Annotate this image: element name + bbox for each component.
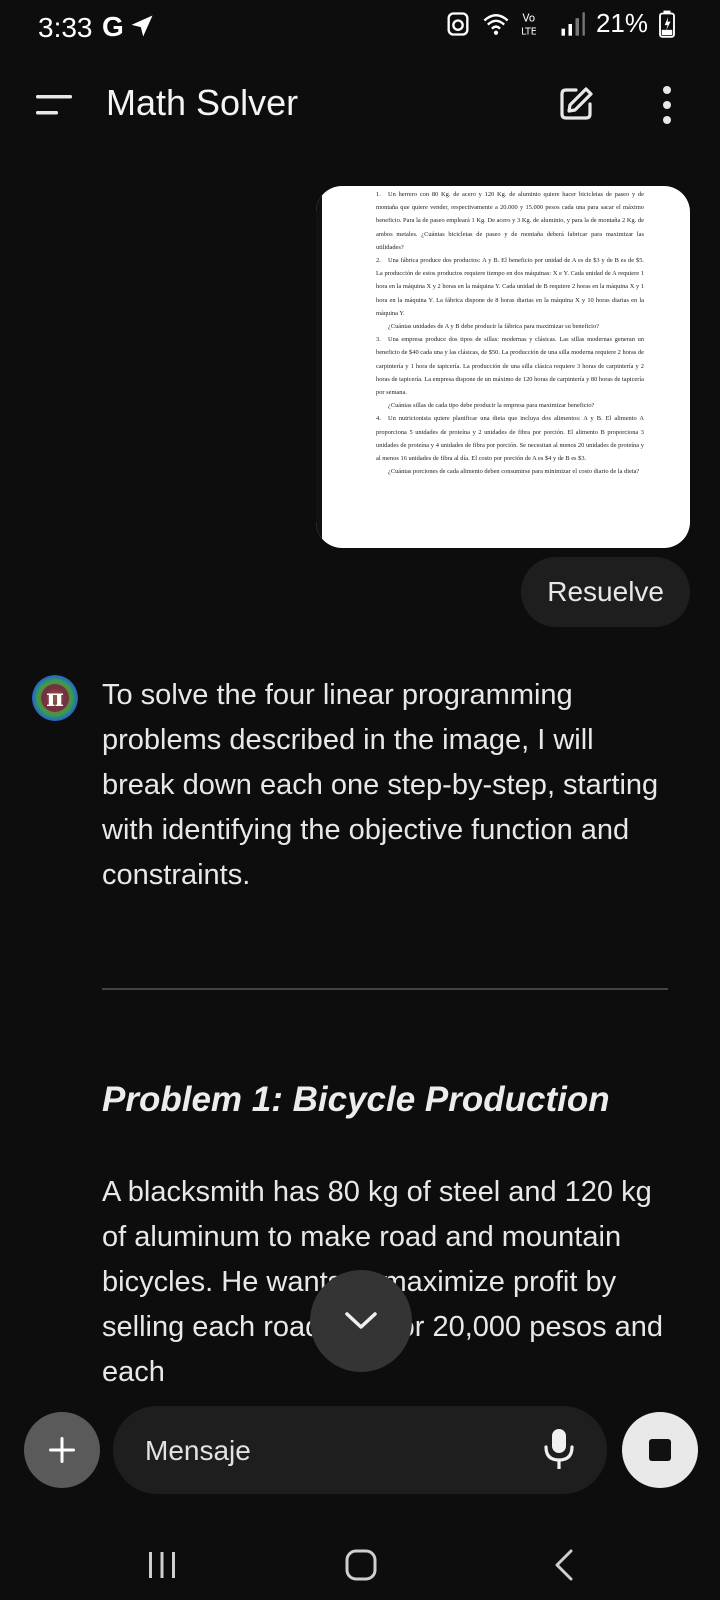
attachment-paragraph-text: Un nutricionista quiere planificar una d…	[376, 415, 644, 463]
volte-icon: Vo LTE	[521, 12, 537, 37]
message-input-container	[113, 1406, 607, 1494]
plus-icon	[49, 1437, 75, 1463]
wifi-icon	[483, 13, 509, 35]
page-title: Math Solver	[106, 82, 299, 123]
add-attachment-button[interactable]	[24, 1412, 100, 1488]
assistant-intro-text: To solve the four linear programming pro…	[102, 679, 659, 891]
assistant-avatar-pi-icon: π	[32, 675, 78, 721]
svg-text:LTE: LTE	[521, 26, 537, 37]
user-message-text: Resuelve	[547, 576, 664, 607]
more-icon[interactable]	[652, 84, 682, 126]
attachment-paragraph: ¿Cuántas sillas de cada tipo debe produc…	[376, 399, 644, 412]
attachment-paragraph: 1. Un herrero con 80 Kg. de acero y 120 K…	[376, 188, 644, 254]
divider	[102, 988, 668, 990]
attachment-paragraph: 3. Una empresa produce dos tipos de silla…	[376, 333, 644, 399]
app-header: Math Solver	[0, 70, 720, 140]
attachment-paragraph-number: 2.	[376, 257, 381, 265]
signal-icon	[561, 11, 585, 36]
svg-text:Vo: Vo	[522, 12, 535, 24]
attachment-paragraph-text: Una empresa produce dos tipos de sillas:…	[376, 336, 644, 397]
attachment-paragraph-text: ¿Cuántas sillas de cada tipo debe produc…	[388, 402, 595, 410]
svg-text:π: π	[46, 683, 64, 712]
attachment-paragraph-number: 4.	[376, 415, 381, 423]
attachment-paragraph-number: 1.	[376, 191, 381, 198]
attachment-edge	[316, 186, 322, 548]
chevron-down-icon	[345, 1312, 377, 1329]
system-navigation-bar	[0, 1530, 720, 1600]
attachment-paragraph-number: 3.	[376, 336, 381, 344]
attachment-paragraph: ¿Cuántas porciones de cada alimento debe…	[376, 465, 644, 478]
alarm-icon	[447, 11, 469, 36]
back-icon[interactable]	[552, 1548, 576, 1582]
stop-icon	[649, 1439, 671, 1461]
stop-generation-button[interactable]	[622, 1412, 698, 1488]
microphone-icon[interactable]	[539, 1426, 579, 1472]
attachment-image[interactable]: 1. Un herrero con 80 Kg. de acero y 120 K…	[316, 186, 690, 548]
attachment-paragraph-text: Un herrero con 80 Kg. de acero y 120 Kg.…	[376, 191, 644, 251]
message-input[interactable]	[143, 1430, 507, 1472]
battery-percent: 21%	[595, 8, 648, 38]
home-icon[interactable]	[344, 1548, 378, 1582]
attachment-paragraph-text: Una fábrica produce dos productos: A y B…	[376, 257, 644, 317]
send-icon	[131, 15, 153, 37]
google-g-icon: G	[102, 11, 124, 42]
status-time: 3:33	[38, 12, 93, 43]
attachment-paragraph-text: ¿Cuántas unidades de A y B debe producir…	[388, 323, 599, 331]
menu-icon[interactable]	[34, 92, 74, 118]
recent-apps-icon[interactable]	[146, 1548, 178, 1582]
edit-icon[interactable]	[556, 84, 596, 124]
attachment-paragraph: ¿Cuántas unidades de A y B debe producir…	[376, 320, 644, 333]
status-icons: Vo LTE 21%	[444, 8, 676, 39]
problem-heading: Problem 1: Bicycle Production	[102, 1080, 610, 1119]
status-bar: 3:33 G Vo LTE 21%	[0, 0, 720, 56]
attachment-text: 1. Un herrero con 80 Kg. de acero y 120 K…	[376, 188, 644, 478]
battery-icon	[659, 10, 675, 38]
attachment-paragraph-text: ¿Cuántas porciones de cada alimento debe…	[388, 468, 640, 476]
user-message-bubble: Resuelve	[521, 557, 690, 627]
attachment-paragraph: 4. Un nutricionista quiere planificar una…	[376, 412, 644, 465]
attachment-paragraph: 2. Una fábrica produce dos productos: A y…	[376, 254, 644, 320]
scroll-down-button[interactable]	[310, 1270, 412, 1372]
